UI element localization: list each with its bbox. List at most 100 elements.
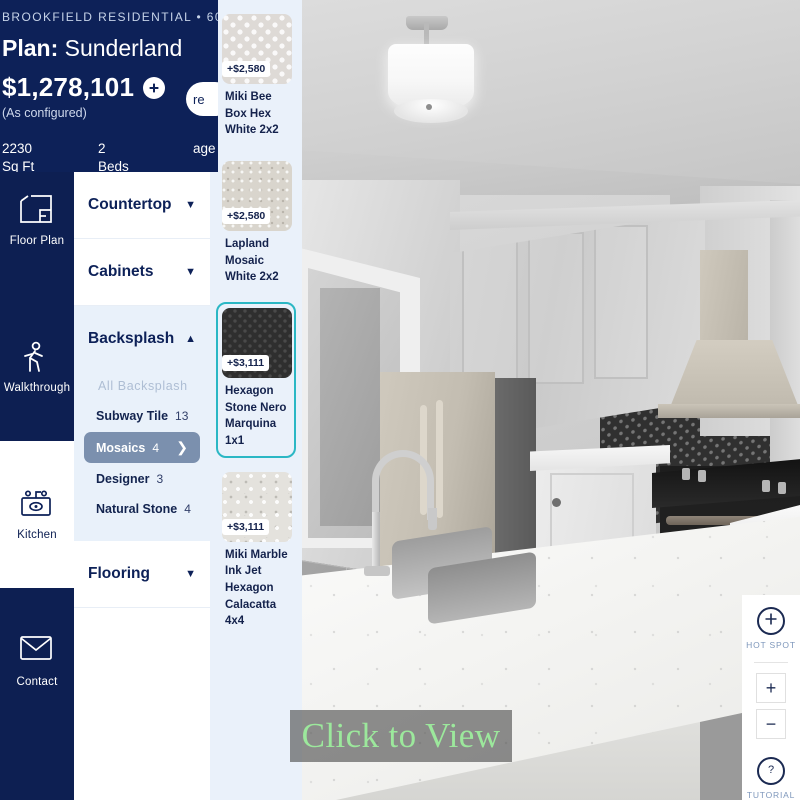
faucet-arc: [372, 450, 434, 520]
plan-stat: 2 Beds: [98, 140, 193, 172]
svg-text:?: ?: [768, 764, 774, 776]
subcategory-natural-stone[interactable]: Natural Stone 4: [84, 495, 200, 523]
subcategory-count: 13: [175, 409, 189, 423]
product-swatch: +$3,111: [222, 308, 292, 379]
subcategory-label: Designer: [96, 472, 150, 486]
subcategory-label: Subway Tile: [96, 409, 169, 423]
plan-stat-key: Sq Ft: [2, 159, 35, 172]
accordion-title: Flooring: [88, 565, 150, 582]
envelope-icon: [19, 635, 55, 667]
product-name: Miki Marble Ink Jet Hexagon Calacatta 4x…: [225, 548, 288, 628]
product-price-badge: +$2,580: [222, 208, 271, 225]
tool-divider: [754, 662, 788, 663]
configurator-app: Click to View HOT SPOT + − ? TUTORIAL +$…: [0, 0, 800, 800]
plus-circle-icon: [148, 82, 160, 94]
plan-stat: 2230 Sq Ft: [2, 140, 98, 172]
accordion-title: Backsplash: [88, 330, 175, 347]
accordion-title: Cabinets: [88, 263, 154, 280]
product-card[interactable]: +$2,580 Lapland Mosaic White 2x2: [216, 155, 296, 294]
hot-spot-button[interactable]: [757, 607, 785, 635]
ceiling-light-diffuser: [394, 99, 468, 123]
plan-stat-value: 2: [98, 141, 106, 156]
zoom-in-button[interactable]: +: [756, 673, 786, 703]
subcategory-label: Natural Stone: [96, 502, 178, 516]
kitchen-sink-icon: [19, 488, 55, 520]
question-circle-icon: ?: [764, 762, 778, 781]
chevron-up-icon: ▲: [185, 332, 196, 345]
product-name: Hexagon Stone Nero Marquina 1x1: [225, 385, 287, 448]
product-card[interactable]: +$3,111 Miki Marble Ink Jet Hexagon Calac…: [216, 466, 296, 638]
brand-line: BROOKFIELD RESIDENTIAL • 60: [2, 10, 218, 24]
click-to-view-overlay[interactable]: Click to View: [290, 710, 512, 762]
product-swatch: +$3,111: [222, 471, 292, 542]
subcategory-count: 4: [152, 440, 160, 455]
cooktop-knob: [682, 468, 690, 480]
product-name: Miki Bee Box Hex White 2x2: [225, 91, 279, 137]
hot-spot-caption: HOT SPOT: [746, 640, 796, 650]
zoom-out-button[interactable]: −: [756, 709, 786, 739]
subcategory-all-backsplash[interactable]: All Backsplash: [84, 372, 200, 400]
page-title: Plan: Sunderland: [0, 35, 218, 62]
product-card[interactable]: +$2,580 Miki Bee Box Hex White 2x2: [216, 8, 296, 147]
chevron-down-icon: ▼: [185, 567, 196, 580]
accordion-header-flooring[interactable]: Flooring ▼: [74, 541, 210, 607]
plan-label: Plan:: [2, 35, 59, 61]
share-button[interactable]: re: [186, 82, 218, 116]
kitchen-render-viewport[interactable]: [300, 0, 800, 800]
accordion-title: Countertop: [88, 196, 172, 213]
subcategory-subway-tile[interactable]: Subway Tile 13: [84, 402, 200, 430]
subcategory-label: All Backsplash: [98, 379, 188, 393]
product-card[interactable]: +$3,111 Hexagon Stone Nero Marquina 1x1: [216, 302, 296, 458]
tutorial-button[interactable]: ?: [757, 757, 785, 785]
product-swatch: +$2,580: [222, 14, 292, 84]
nav-item-label: Walkthrough: [3, 382, 71, 394]
chevron-right-icon: ❯: [176, 439, 188, 455]
accordion-header-countertop[interactable]: Countertop ▼: [74, 172, 210, 238]
plan-name: Sunderland: [64, 35, 183, 61]
product-swatch: +$2,580: [222, 161, 292, 232]
floor-plan-icon: [19, 194, 55, 226]
faucet-base: [364, 566, 390, 576]
walking-person-icon: [19, 341, 55, 373]
product-price-badge: +$3,111: [222, 355, 270, 372]
cooktop-knob: [762, 480, 770, 492]
nav-item-kitchen[interactable]: Kitchen: [0, 441, 74, 588]
accordion-section-cabinets: Cabinets ▼: [74, 239, 210, 306]
nav-item-contact[interactable]: Contact: [0, 588, 74, 735]
product-price-badge: +$2,580: [222, 61, 271, 77]
cabinet-door: [528, 232, 584, 384]
add-option-button[interactable]: [143, 76, 166, 99]
cabinet-door: [462, 238, 518, 388]
doorway-interior: [320, 288, 380, 526]
tutorial-caption: TUTORIAL: [746, 790, 796, 800]
faucet-column: [372, 512, 380, 574]
nav-item-label: Kitchen: [17, 529, 57, 541]
share-button-label: re: [193, 91, 205, 107]
subcategory-mosaics[interactable]: Mosaics 4 ❯: [84, 432, 200, 463]
option-category-accordion: Countertop ▼ Cabinets ▼ Backsplash ▲ All Backs…: [74, 172, 210, 800]
accordion-body: All Backsplash Subway Tile 13 Mosaics 4 ❯ Desi…: [74, 372, 210, 541]
plan-stat-key: age: [193, 141, 216, 156]
plan-stats: 2230 Sq Ft 2 Beds age: [0, 140, 218, 172]
cooktop-knob: [698, 470, 706, 482]
plan-stat: age: [193, 140, 218, 172]
subcategory-count: 4: [184, 502, 191, 516]
nav-item-label: Contact: [16, 676, 58, 688]
chevron-down-icon: ▼: [185, 265, 196, 278]
product-card-list[interactable]: +$2,580 Miki Bee Box Hex White 2x2 +$2,580…: [210, 0, 302, 800]
click-to-view-label: Click to View: [301, 716, 501, 755]
nav-item-walkthrough[interactable]: Walkthrough: [0, 294, 74, 441]
accordion-section-backsplash: Backsplash ▲ All Backsplash Subway Tile 13 Mo…: [74, 306, 210, 541]
plan-stat-key: Beds: [98, 159, 129, 172]
kitchen-3d-render: [300, 0, 800, 800]
viewer-tool-strip: HOT SPOT + − ? TUTORIAL: [742, 595, 800, 800]
cabinet-knob: [552, 498, 561, 507]
subcategory-label: Mosaics: [96, 440, 146, 455]
plan-summary-header: BROOKFIELD RESIDENTIAL • 60 Plan: Sunder…: [0, 0, 218, 172]
plan-stat-value: 2230: [2, 141, 33, 156]
accordion-header-backsplash[interactable]: Backsplash ▲: [74, 306, 210, 372]
subcategory-designer[interactable]: Designer 3: [84, 465, 200, 493]
as-configured-note: (As configured): [2, 106, 87, 120]
product-price-badge: +$3,111: [222, 518, 270, 535]
accordion-header-cabinets[interactable]: Cabinets ▼: [74, 239, 210, 305]
